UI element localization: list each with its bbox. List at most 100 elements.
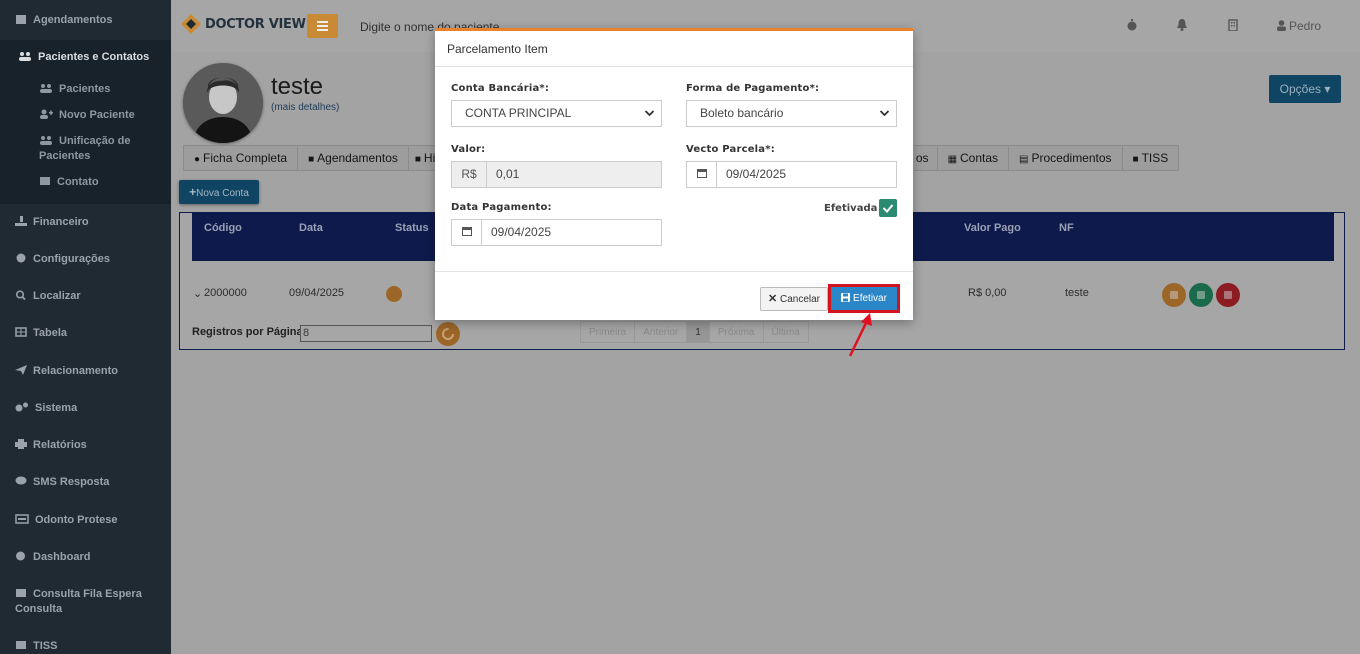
col-codigo: Código bbox=[204, 222, 242, 234]
conta-bancaria-label: Conta Bancária*: bbox=[451, 83, 550, 94]
calendar-addon bbox=[687, 162, 717, 187]
col-nf: NF bbox=[1059, 222, 1074, 234]
page-current[interactable]: 1 bbox=[686, 321, 710, 343]
edit-row-button[interactable] bbox=[1162, 283, 1186, 307]
sidebar-subitem-contato[interactable]: Contato bbox=[0, 175, 171, 190]
calculator-icon: ▦ bbox=[947, 154, 958, 165]
calendar-addon bbox=[452, 220, 482, 245]
sidebar-item-localizar[interactable]: Localizar bbox=[0, 289, 171, 303]
patient-more-details-link[interactable]: (mais detalhes) bbox=[271, 102, 339, 113]
sidebar-item-agendamentos[interactable]: Agendamentos bbox=[0, 13, 171, 27]
tab-procedimentos[interactable]: ▤ Procedimentos bbox=[1008, 145, 1123, 171]
modal-footer-divider bbox=[435, 271, 913, 272]
sidebar-item-relatorios[interactable]: Relatórios bbox=[0, 438, 171, 452]
sidebar-item-financeiro[interactable]: Financeiro bbox=[0, 215, 171, 229]
logo[interactable]: DOCTOR VIEW bbox=[181, 14, 306, 34]
registros-input[interactable]: 8 bbox=[300, 325, 432, 342]
sidebar-item-configuracoes[interactable]: Configurações bbox=[0, 252, 171, 266]
col-valor-pago: Valor Pago bbox=[964, 222, 1021, 234]
sidebar-item-odonto-protese[interactable]: Odonto Protese bbox=[0, 513, 171, 527]
vecto-parcela-input[interactable]: 09/04/2025 bbox=[717, 162, 896, 187]
list-icon bbox=[16, 641, 26, 649]
sidebar-subitem-pacientes[interactable]: Pacientes bbox=[0, 82, 171, 97]
parcelamento-modal: Parcelamento Item Conta Bancária*: CONTA… bbox=[435, 28, 913, 320]
efetivada-checkbox[interactable] bbox=[879, 199, 897, 217]
file-icon: ■ bbox=[414, 154, 421, 165]
modal-divider bbox=[435, 66, 913, 67]
sidebar-item-dashboard[interactable]: Dashboard bbox=[0, 550, 171, 564]
stopwatch-icon[interactable] bbox=[1127, 19, 1137, 31]
valor-input[interactable]: 0,01 bbox=[487, 162, 661, 187]
trash-icon bbox=[1224, 291, 1232, 299]
sidebar-item-relacionamento[interactable]: Relacionamento bbox=[0, 364, 171, 378]
data-pagamento-input[interactable]: 09/04/2025 bbox=[482, 220, 661, 245]
users-icon bbox=[40, 84, 52, 93]
save-row-button[interactable] bbox=[1189, 283, 1213, 307]
modal-title: Parcelamento Item bbox=[447, 42, 548, 56]
sidebar-subitem-unificacao[interactable]: Unificação de bbox=[0, 134, 171, 149]
edit-icon bbox=[1170, 291, 1178, 299]
calendar-check-icon: ■ bbox=[308, 154, 315, 165]
col-status: Status bbox=[395, 222, 429, 234]
efetivar-button[interactable]: Efetivar bbox=[831, 287, 897, 310]
tab-contas[interactable]: ▦ Contas bbox=[936, 145, 1010, 171]
sidebar-item-pacientes-contatos[interactable]: Pacientes e Contatos bbox=[0, 50, 171, 64]
sidebar-item-sistema[interactable]: Sistema bbox=[0, 401, 171, 415]
valor-label: Valor: bbox=[451, 144, 486, 155]
efetivada-label: Efetivada bbox=[824, 203, 878, 214]
users-merge-icon bbox=[40, 136, 52, 145]
user-plus-icon bbox=[40, 109, 53, 119]
forma-pagamento-label: Forma de Pagamento*: bbox=[686, 83, 820, 94]
menu-toggle-button[interactable] bbox=[307, 14, 338, 38]
chevron-down-icon bbox=[879, 110, 890, 117]
refresh-icon bbox=[442, 328, 454, 340]
col-data: Data bbox=[299, 222, 323, 234]
table-icon bbox=[15, 327, 27, 337]
user-menu[interactable]: Pedro bbox=[1277, 19, 1321, 33]
page-first[interactable]: Primeira bbox=[580, 321, 636, 343]
tab-ficha-completa[interactable]: ● Ficha Completa bbox=[183, 145, 299, 171]
options-button[interactable]: Opções ▾ bbox=[1269, 75, 1341, 103]
cancel-button[interactable]: ✕ Cancelar bbox=[760, 287, 828, 311]
delete-row-button[interactable] bbox=[1216, 283, 1240, 307]
page-prev[interactable]: Anterior bbox=[634, 321, 688, 343]
forma-pagamento-select[interactable]: Boleto bancário bbox=[686, 100, 897, 127]
sidebar-item-consulta-fila-espera[interactable]: Consulta Fila Espera bbox=[0, 587, 171, 601]
page-next[interactable]: Próxima bbox=[708, 321, 764, 343]
annotation-arrow-icon bbox=[848, 313, 872, 357]
gear-icon bbox=[16, 253, 26, 263]
user-icon: ● bbox=[194, 154, 201, 165]
tab-tiss[interactable]: ■ TISS bbox=[1121, 145, 1180, 171]
sidebar-item-consulta-fila-espera-line2: Consulta bbox=[15, 603, 63, 615]
sidebar-subitem-novo-paciente[interactable]: Novo Paciente bbox=[0, 108, 171, 123]
file-text-icon: ■ bbox=[1132, 154, 1139, 165]
registros-label: Registros por Página bbox=[192, 326, 303, 338]
refresh-button[interactable] bbox=[436, 322, 460, 346]
keyboard-icon bbox=[15, 514, 29, 524]
vecto-parcela-label: Vecto Parcela*: bbox=[686, 144, 775, 155]
sidebar-item-sms-resposta[interactable]: SMS Resposta bbox=[0, 475, 171, 489]
calendar-icon bbox=[696, 169, 707, 178]
bell-icon[interactable] bbox=[1177, 19, 1187, 31]
cell-nf: teste bbox=[1065, 287, 1089, 299]
tab-documentos[interactable]: os bbox=[913, 145, 938, 171]
check-icon bbox=[882, 204, 894, 213]
page-last[interactable]: Última bbox=[762, 321, 809, 343]
tab-agendamentos[interactable]: ■ Agendamentos bbox=[297, 145, 409, 171]
print-icon bbox=[15, 439, 27, 449]
logo-icon bbox=[181, 14, 201, 34]
row-expand-chevron-icon[interactable]: ⌄ bbox=[193, 287, 202, 300]
sidebar-item-tiss[interactable]: TISS bbox=[0, 639, 171, 653]
efetivar-highlight: Efetivar bbox=[828, 284, 900, 313]
cell-codigo: 2000000 bbox=[204, 287, 247, 299]
paper-plane-icon bbox=[15, 365, 27, 375]
list-icon bbox=[16, 589, 26, 597]
gears-icon bbox=[15, 402, 28, 412]
nova-conta-button[interactable]: +Nova Conta bbox=[179, 180, 259, 204]
building-icon[interactable] bbox=[1228, 19, 1238, 31]
pie-chart-icon bbox=[16, 551, 25, 561]
conta-bancaria-select[interactable]: CONTA PRINCIPAL bbox=[451, 100, 662, 127]
hand-money-icon bbox=[15, 216, 27, 226]
save-icon bbox=[841, 293, 851, 302]
sidebar-item-tabela[interactable]: Tabela bbox=[0, 326, 171, 340]
